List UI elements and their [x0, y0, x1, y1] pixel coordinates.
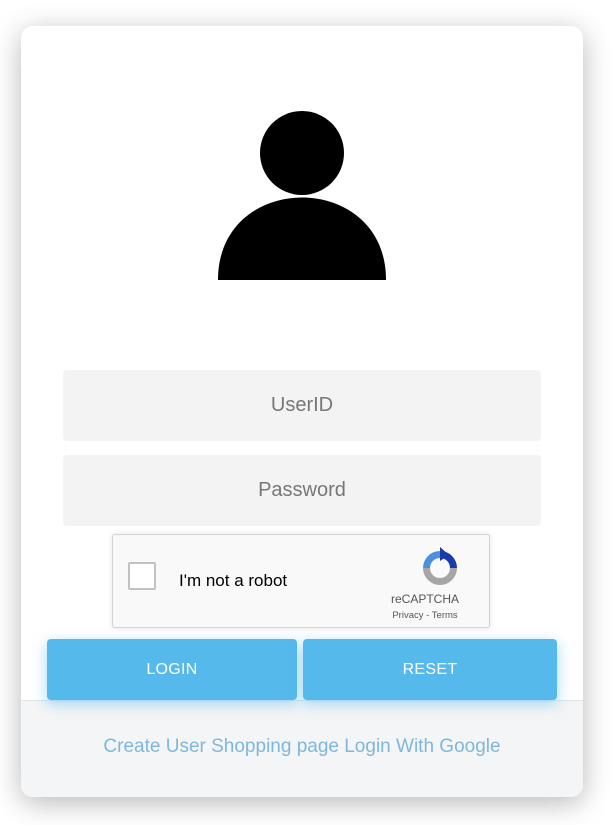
recaptcha-checkbox[interactable] [128, 562, 156, 590]
reset-button[interactable]: RESET [303, 639, 557, 700]
recaptcha-links: Privacy - Terms [375, 610, 475, 621]
recaptcha-label: I'm not a robot [179, 571, 288, 590]
recaptcha-link-separator: - [423, 610, 432, 621]
user-avatar-icon [218, 111, 386, 280]
login-card: I'm not a robot reCAPTCHA Privacy - Term… [21, 26, 583, 797]
google-login-link[interactable]: Create User Shopping page Login With Goo… [21, 736, 583, 758]
recaptcha-brand: reCAPTCHA [390, 592, 459, 606]
recaptcha-terms-link[interactable]: Terms [432, 610, 458, 621]
login-button[interactable]: LOGIN [47, 639, 297, 700]
recaptcha-widget: I'm not a robot reCAPTCHA Privacy - Term… [112, 534, 490, 628]
userid-input[interactable] [63, 370, 541, 441]
recaptcha-privacy-link[interactable]: Privacy [392, 610, 423, 621]
password-input[interactable] [63, 455, 541, 526]
recaptcha-logo-icon [423, 547, 457, 585]
